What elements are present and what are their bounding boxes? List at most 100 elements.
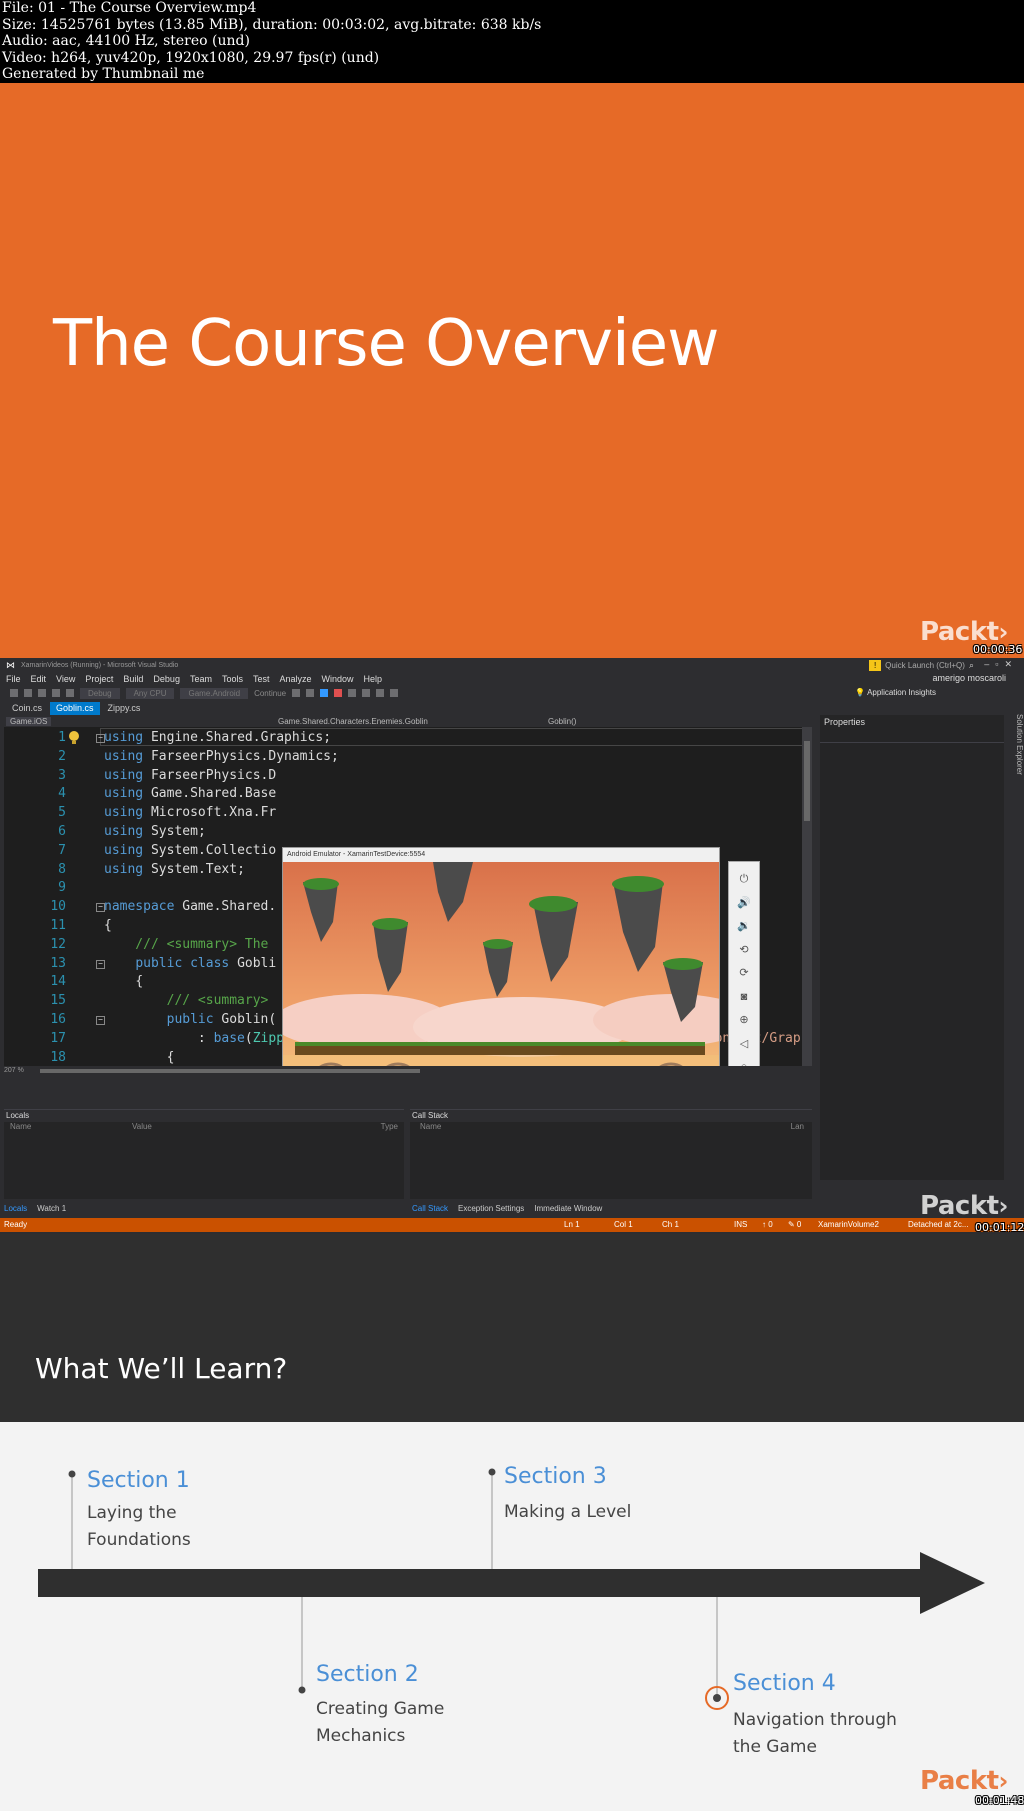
- back-icon[interactable]: [10, 689, 18, 697]
- line-number: 7: [58, 842, 66, 858]
- menu-file[interactable]: File: [6, 674, 21, 684]
- config-dropdown[interactable]: Debug: [80, 687, 120, 699]
- undo-icon[interactable]: [66, 689, 74, 697]
- save-icon[interactable]: [52, 689, 60, 697]
- status-unpushed[interactable]: ↑ 0: [762, 1220, 773, 1229]
- code-text: using System;: [104, 824, 206, 839]
- slide-title: The Course Overview: [53, 307, 719, 381]
- menu-build[interactable]: Build: [123, 674, 143, 684]
- menu-project[interactable]: Project: [85, 674, 113, 684]
- menu-help[interactable]: Help: [364, 674, 383, 684]
- section-4-marker: [713, 1694, 721, 1702]
- menu-test[interactable]: Test: [253, 674, 270, 684]
- code-text: {: [104, 918, 112, 933]
- line-number: 14: [50, 974, 66, 990]
- application-insights-button[interactable]: 💡 Application Insights: [855, 688, 936, 697]
- status-ready: Ready: [4, 1220, 28, 1229]
- editor-horizontal-scrollbar[interactable]: 207 %: [0, 1066, 812, 1076]
- volume-up-icon[interactable]: 🔊: [729, 892, 759, 916]
- window-controls[interactable]: –▫✕: [984, 659, 1018, 670]
- status-branch[interactable]: Detached at 2c...: [908, 1220, 968, 1229]
- menu-analyze[interactable]: Analyze: [280, 674, 312, 684]
- section-2-desc: Creating Game Mechanics: [316, 1699, 445, 1746]
- code-text: {: [166, 1049, 175, 1065]
- locals-title: Locals: [4, 1110, 404, 1122]
- line-number: 12: [50, 936, 66, 952]
- tab-zippy[interactable]: Zippy.cs: [102, 702, 147, 715]
- menu-view[interactable]: View: [56, 674, 75, 684]
- power-icon[interactable]: ⏻: [729, 868, 759, 892]
- frame-what-well-learn: What We’ll Learn? Section 1 Laying the F…: [0, 1234, 1024, 1811]
- restart-icon[interactable]: [348, 689, 357, 697]
- step-icon[interactable]: [362, 689, 371, 697]
- call-stack-pane: Call Stack Name Lan Call Stack Exception…: [410, 1109, 812, 1213]
- rotate-left-icon[interactable]: ⟲: [729, 939, 759, 963]
- pause-icon[interactable]: [320, 689, 329, 697]
- properties-toolbar[interactable]: [820, 729, 1004, 743]
- slide-header: What We’ll Learn?: [0, 1234, 1024, 1422]
- menu-window[interactable]: Window: [322, 674, 354, 684]
- frame-timestamp: 00:00:36: [973, 643, 1023, 656]
- tab-locals[interactable]: Locals: [4, 1204, 27, 1213]
- project-dropdown[interactable]: Game.iOS: [6, 716, 52, 726]
- rotate-right-icon[interactable]: ⟳: [729, 962, 759, 986]
- tab-exception-settings[interactable]: Exception Settings: [458, 1204, 524, 1213]
- user-name[interactable]: amerigo moscaroli: [932, 673, 1006, 683]
- bookmark-icon[interactable]: [390, 689, 399, 697]
- volume-down-icon[interactable]: 🔉: [729, 915, 759, 939]
- menu-team[interactable]: Team: [190, 674, 212, 684]
- status-char: Ch 1: [662, 1220, 679, 1229]
- locals-pane: Locals Name Value Type Locals Watch 1: [4, 1109, 404, 1213]
- member-dropdown[interactable]: Goblin(): [548, 717, 576, 726]
- game-screen[interactable]: [283, 862, 719, 1066]
- tab-call-stack[interactable]: Call Stack: [412, 1204, 448, 1213]
- status-line: Ln 1: [564, 1220, 580, 1229]
- notification-icon[interactable]: !: [869, 660, 882, 671]
- quick-launch-input[interactable]: Quick Launch (Ctrl+Q): [885, 661, 965, 670]
- quick-launch-area: ! Quick Launch (Ctrl+Q) ⌕: [869, 660, 974, 671]
- line-number: 10: [50, 899, 66, 915]
- editor-vertical-scrollbar[interactable]: [802, 727, 812, 1066]
- slide-title: What We’ll Learn?: [35, 1352, 288, 1385]
- line-number: 18: [50, 1049, 66, 1065]
- code-text: using FarseerPhysics.Dynamics;: [104, 748, 339, 764]
- menu-tools[interactable]: Tools: [222, 674, 243, 684]
- status-repo[interactable]: XamarinVolume2: [818, 1220, 879, 1229]
- platform-dropdown[interactable]: Any CPU: [125, 687, 175, 699]
- code-editor[interactable]: 1− using Engine.Shared.Graphics; 2 using Fa…: [0, 727, 812, 1066]
- menu-edit[interactable]: Edit: [31, 674, 47, 684]
- camera-icon[interactable]: ◙: [729, 986, 759, 1010]
- lightbulb-icon[interactable]: [68, 731, 80, 745]
- new-file-icon[interactable]: [38, 689, 46, 697]
- status-column: Col 1: [614, 1220, 633, 1229]
- tab-goblin[interactable]: Goblin.cs: [50, 701, 100, 715]
- status-insert-mode: INS: [734, 1220, 748, 1229]
- lightbulb-icon: 💡: [855, 688, 866, 697]
- home-icon[interactable]: ○: [729, 1056, 759, 1066]
- section-3-marker: [488, 1468, 496, 1476]
- zoom-icon[interactable]: ⊕: [729, 1009, 759, 1033]
- code-text: using Engine.Shared.Graphics;: [104, 730, 332, 745]
- zoom-level[interactable]: 207 %: [4, 1067, 24, 1074]
- android-emulator-window[interactable]: Android Emulator - XamarinTestDevice:555…: [282, 847, 720, 1066]
- forward-icon[interactable]: [24, 689, 32, 697]
- tab-watch1[interactable]: Watch 1: [37, 1204, 66, 1213]
- stop-icon[interactable]: [334, 689, 343, 697]
- line-number: 8: [58, 861, 66, 877]
- debug-tool-icon[interactable]: [292, 689, 301, 697]
- solution-explorer-tab[interactable]: Solution Explorer: [1006, 708, 1024, 1178]
- continue-button[interactable]: Continue: [254, 689, 286, 698]
- frame-timestamp: 00:01:48: [975, 1794, 1024, 1807]
- code-text: namespace Game.Shared.: [104, 899, 277, 915]
- back-icon[interactable]: ◁: [729, 1033, 759, 1057]
- tab-coin[interactable]: Coin.cs: [6, 702, 48, 715]
- step-icon[interactable]: [376, 689, 385, 697]
- status-changes[interactable]: ✎ 0: [788, 1220, 801, 1229]
- startup-project-dropdown[interactable]: Game.Android: [180, 687, 249, 699]
- debug-tool-icon[interactable]: [306, 689, 315, 697]
- line-number: 9: [58, 880, 66, 896]
- tab-immediate-window[interactable]: Immediate Window: [534, 1204, 602, 1213]
- menu-debug[interactable]: Debug: [153, 674, 180, 684]
- code-text: using System.Text;: [104, 861, 245, 877]
- class-dropdown[interactable]: Game.Shared.Characters.Enemies.Goblin: [278, 717, 428, 726]
